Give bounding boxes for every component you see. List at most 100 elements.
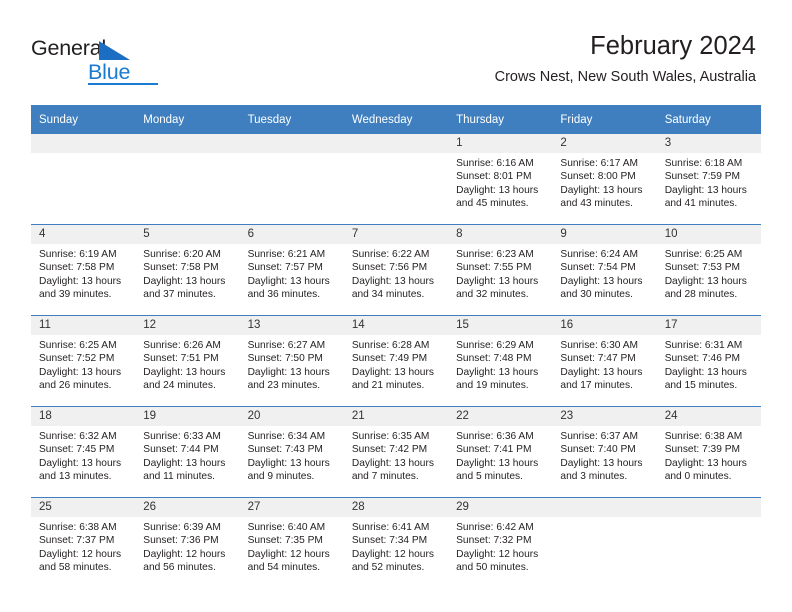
calendar-day-cell[interactable]: 27 Sunrise: 6:40 AM Sunset: 7:35 PM Dayligh… [239,497,344,588]
sunrise-text: Sunrise: 6:19 AM [39,249,117,260]
sunset-text: Sunset: 7:44 PM [143,444,219,456]
calendar-day-cell[interactable]: 19 Sunrise: 6:33 AM Sunset: 7:44 PM Dayligh… [135,406,240,498]
calendar-body: 1 Sunrise: 6:16 AM Sunset: 8:01 PM Daylight… [31,134,761,588]
day-number: 22 [448,407,553,426]
day-number: 23 [552,407,657,426]
sunrise-text: Sunrise: 6:26 AM [143,340,221,351]
day-details: Sunrise: 6:39 AM Sunset: 7:36 PM Daylight:… [135,517,239,575]
weekday-header-friday: Friday [552,105,657,134]
day-details: Sunrise: 6:34 AM Sunset: 7:43 PM Daylight:… [240,426,344,484]
sunrise-text: Sunrise: 6:40 AM [247,522,326,533]
sunset-text: Sunset: 7:49 PM [351,353,428,365]
day-details: Sunrise: 6:21 AM Sunset: 7:57 PM Daylight:… [240,244,344,302]
calendar-day-cell[interactable]: 22 Sunrise: 6:36 AM Sunset: 7:41 PM Dayligh… [448,406,553,498]
day-number: 20 [239,407,344,426]
calendar-page: General Blue February 2024 Crows Nest, N… [0,0,792,612]
logo-general-blue[interactable]: General Blue [31,36,231,88]
daylight-text-line1: Daylight: 13 hours [247,366,330,378]
day-details: Sunrise: 6:42 AM Sunset: 7:32 PM Daylight:… [448,517,552,575]
daylight-text-line2: and 50 minutes. [456,562,529,574]
day-cell-inner: 22 Sunrise: 6:36 AM Sunset: 7:41 PM Dayligh… [448,407,553,497]
calendar-day-cell[interactable]: 17 Sunrise: 6:31 AM Sunset: 7:46 PM Dayligh… [656,315,761,407]
day-number [656,498,761,517]
day-cell-inner: 20 Sunrise: 6:34 AM Sunset: 7:43 PM Dayligh… [239,407,344,497]
calendar-day-cell[interactable]: 1 Sunrise: 6:16 AM Sunset: 8:01 PM Daylight… [448,134,553,225]
day-number: 15 [448,316,553,335]
daylight-text-line2: and 43 minutes. [560,198,633,210]
day-details: Sunrise: 6:25 AM Sunset: 7:53 PM Daylight:… [657,244,761,302]
calendar-day-cell[interactable]: 2 Sunrise: 6:17 AM Sunset: 8:00 PM Daylight… [552,134,657,225]
day-cell-inner: 29 Sunrise: 6:42 AM Sunset: 7:32 PM Dayligh… [448,498,553,588]
day-number [552,498,657,517]
day-details: Sunrise: 6:38 AM Sunset: 7:37 PM Daylight:… [31,517,135,575]
daylight-text-line2: and 30 minutes. [560,289,633,301]
calendar-day-cell[interactable]: 21 Sunrise: 6:35 AM Sunset: 7:42 PM Dayligh… [343,406,449,498]
daylight-text-line2: and 11 minutes. [143,471,216,483]
day-details: Sunrise: 6:29 AM Sunset: 7:48 PM Daylight:… [448,335,552,393]
daylight-text-line1: Daylight: 13 hours [560,184,643,196]
page-header: General Blue February 2024 Crows Nest, N… [0,0,792,100]
calendar-week-row: 1 Sunrise: 6:16 AM Sunset: 8:01 PM Daylight… [31,134,761,225]
day-cell-inner: 23 Sunrise: 6:37 AM Sunset: 7:40 PM Dayligh… [552,407,657,497]
calendar-day-cell[interactable]: 10 Sunrise: 6:25 AM Sunset: 7:53 PM Dayligh… [656,224,761,316]
calendar-day-cell[interactable]: 7 Sunrise: 6:22 AM Sunset: 7:56 PM Daylight… [343,224,449,316]
calendar-day-cell[interactable]: 25 Sunrise: 6:38 AM Sunset: 7:37 PM Dayligh… [31,497,136,588]
calendar-day-cell[interactable]: 24 Sunrise: 6:38 AM Sunset: 7:39 PM Dayligh… [656,406,761,498]
sunrise-text: Sunrise: 6:18 AM [664,158,743,169]
day-cell-inner: 27 Sunrise: 6:40 AM Sunset: 7:35 PM Dayligh… [239,498,344,588]
day-number: 16 [552,316,657,335]
day-number: 5 [135,225,240,244]
calendar-day-cell[interactable]: 29 Sunrise: 6:42 AM Sunset: 7:32 PM Dayligh… [448,497,553,588]
daylight-text-line2: and 19 minutes. [456,380,529,392]
day-details: Sunrise: 6:35 AM Sunset: 7:42 PM Daylight:… [344,426,448,484]
day-number: 26 [135,498,240,517]
calendar-day-cell[interactable]: 5 Sunrise: 6:20 AM Sunset: 7:58 PM Daylight… [135,224,240,316]
day-number: 4 [31,225,136,244]
day-number: 14 [343,316,449,335]
calendar-week-row: 25 Sunrise: 6:38 AM Sunset: 7:37 PM Dayligh… [31,497,761,588]
sunset-text: Sunset: 7:36 PM [143,535,219,547]
calendar-day-cell[interactable]: 28 Sunrise: 6:41 AM Sunset: 7:34 PM Dayligh… [343,497,449,588]
calendar-day-cell[interactable]: 18 Sunrise: 6:32 AM Sunset: 7:45 PM Dayligh… [31,406,136,498]
calendar-day-cell[interactable]: 6 Sunrise: 6:21 AM Sunset: 7:57 PM Daylight… [239,224,344,316]
calendar-day-cell[interactable]: 23 Sunrise: 6:37 AM Sunset: 7:40 PM Dayligh… [552,406,657,498]
sunrise-text: Sunrise: 6:29 AM [456,340,534,351]
sunset-text: Sunset: 7:39 PM [664,444,741,456]
sunrise-text: Sunrise: 6:42 AM [456,522,534,533]
calendar-day-cell[interactable]: 26 Sunrise: 6:39 AM Sunset: 7:36 PM Dayligh… [135,497,240,588]
calendar-day-cell[interactable]: 13 Sunrise: 6:27 AM Sunset: 7:50 PM Dayligh… [239,315,344,407]
calendar-day-cell[interactable]: 12 Sunrise: 6:26 AM Sunset: 7:51 PM Dayligh… [135,315,240,407]
day-cell-inner: 11 Sunrise: 6:25 AM Sunset: 7:52 PM Dayligh… [31,316,136,406]
day-number: 6 [239,225,344,244]
weekday-header-wednesday: Wednesday [343,105,449,134]
logo-underline [88,83,158,85]
calendar-day-cell[interactable]: 9 Sunrise: 6:24 AM Sunset: 7:54 PM Daylight… [552,224,657,316]
calendar-day-cell[interactable]: 14 Sunrise: 6:28 AM Sunset: 7:49 PM Dayligh… [343,315,449,407]
day-details: Sunrise: 6:22 AM Sunset: 7:56 PM Daylight:… [344,244,448,302]
sunrise-text: Sunrise: 6:35 AM [351,431,430,442]
calendar-day-cell[interactable]: 8 Sunrise: 6:23 AM Sunset: 7:55 PM Daylight… [448,224,553,316]
sunrise-text: Sunrise: 6:16 AM [456,158,534,169]
day-details: Sunrise: 6:24 AM Sunset: 7:54 PM Daylight:… [552,244,656,302]
sunrise-text: Sunrise: 6:38 AM [39,522,117,533]
calendar-day-cell[interactable]: 4 Sunrise: 6:19 AM Sunset: 7:58 PM Daylight… [31,224,136,316]
day-cell-inner: 15 Sunrise: 6:29 AM Sunset: 7:48 PM Dayligh… [448,316,553,406]
daylight-text-line2: and 58 minutes. [39,562,112,574]
day-details: Sunrise: 6:28 AM Sunset: 7:49 PM Daylight:… [344,335,448,393]
day-cell-inner: 3 Sunrise: 6:18 AM Sunset: 7:59 PM Daylight… [656,134,761,224]
day-number: 2 [552,134,657,153]
day-number: 13 [239,316,344,335]
location-subtitle: Crows Nest, New South Wales, Australia [494,69,756,85]
day-cell-inner [135,134,240,224]
calendar-day-cell[interactable]: 20 Sunrise: 6:34 AM Sunset: 7:43 PM Dayligh… [239,406,344,498]
day-number: 10 [656,225,761,244]
daylight-text-line1: Daylight: 13 hours [143,275,226,287]
day-cell-inner: 18 Sunrise: 6:32 AM Sunset: 7:45 PM Dayligh… [31,407,136,497]
sunrise-text: Sunrise: 6:23 AM [456,249,534,260]
day-cell-inner [656,498,761,588]
sunset-text: Sunset: 7:50 PM [247,353,323,365]
calendar-day-cell[interactable]: 15 Sunrise: 6:29 AM Sunset: 7:48 PM Dayligh… [448,315,553,407]
calendar-day-cell[interactable]: 3 Sunrise: 6:18 AM Sunset: 7:59 PM Daylight… [656,134,761,225]
calendar-day-cell[interactable]: 16 Sunrise: 6:30 AM Sunset: 7:47 PM Dayligh… [552,315,657,407]
calendar-day-cell[interactable]: 11 Sunrise: 6:25 AM Sunset: 7:52 PM Dayligh… [31,315,136,407]
